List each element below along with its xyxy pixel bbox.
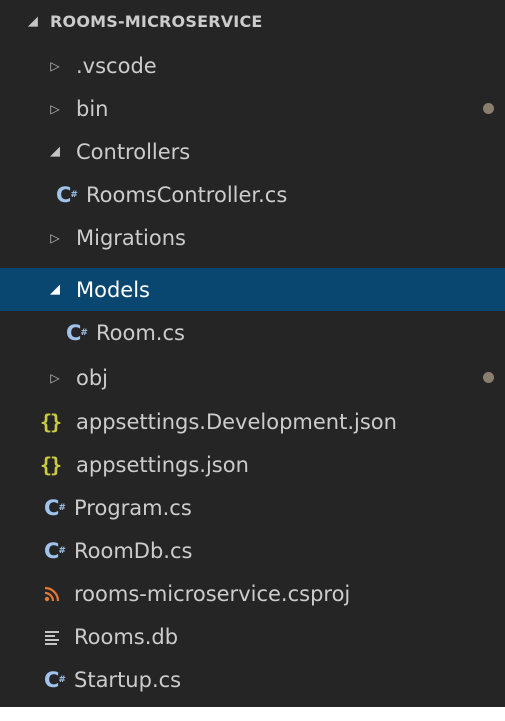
file-appsettings-development[interactable]: {} appsettings.Development.json [0,400,505,443]
file-program[interactable]: C # Program.cs [0,486,505,529]
item-label: Controllers [76,139,191,164]
item-label: Migrations [76,225,186,250]
item-label: RoomsController.cs [86,182,288,207]
chevron-right-icon: ▷ [50,58,60,73]
chevron-down-icon: ◢ [27,14,39,29]
project-header[interactable]: ◢ ROOMS-MICROSERVICE [0,0,505,43]
item-label: Program.cs [74,495,192,520]
modified-dot-icon [483,103,494,114]
chevron-right-icon: ▷ [50,230,60,245]
folder-vscode[interactable]: ▷ .vscode [0,44,505,87]
lines-icon [44,629,72,645]
item-label: RoomDb.cs [74,538,193,563]
chevron-down-icon: ◢ [50,282,60,297]
csharp-file-icon: C # [66,320,88,345]
folder-obj[interactable]: ▷ obj [0,356,505,399]
csharp-file-icon: C # [44,538,66,563]
item-label: .vscode [76,53,157,78]
csharp-file-icon: C # [56,182,78,207]
folder-models[interactable]: ◢ Models [0,268,505,311]
item-label: obj [76,365,109,390]
file-roomdb[interactable]: C # RoomDb.cs [0,529,505,572]
item-label: Rooms.db [74,624,179,649]
item-label: appsettings.json [76,452,249,477]
item-label: bin [76,96,109,121]
file-csproj[interactable]: rooms-microservice.csproj [0,572,505,615]
file-roomsdb[interactable]: Rooms.db [0,615,505,658]
chevron-down-icon: ◢ [50,144,60,159]
item-label: Startup.cs [74,667,182,692]
file-startup[interactable]: C # Startup.cs [0,658,505,701]
rss-icon-svg [44,586,60,601]
item-label: Models [76,277,150,302]
item-label: Room.cs [96,320,185,345]
item-label: rooms-microservice.csproj [74,581,351,606]
file-appsettings[interactable]: {} appsettings.json [0,443,505,486]
json-file-icon: {} [40,409,62,434]
project-title: ROOMS-MICROSERVICE [50,12,263,31]
modified-dot-icon [483,372,494,383]
folder-bin[interactable]: ▷ bin [0,87,505,130]
json-file-icon: {} [40,452,62,477]
csharp-file-icon: C # [44,667,66,692]
lines-icon-svg [45,630,59,645]
file-explorer: ◢ ROOMS-MICROSERVICE ▷ .vscode ▷ bin ◢ C… [0,0,505,707]
file-room[interactable]: C # Room.cs [0,311,505,354]
file-roomscontroller[interactable]: C # RoomsController.cs [0,173,505,216]
chevron-right-icon: ▷ [50,370,60,385]
rss-icon [44,586,72,602]
folder-migrations[interactable]: ▷ Migrations [0,216,505,259]
folder-controllers[interactable]: ◢ Controllers [0,130,505,173]
chevron-right-icon: ▷ [50,101,60,116]
csharp-file-icon: C # [44,495,66,520]
item-label: appsettings.Development.json [76,409,397,434]
